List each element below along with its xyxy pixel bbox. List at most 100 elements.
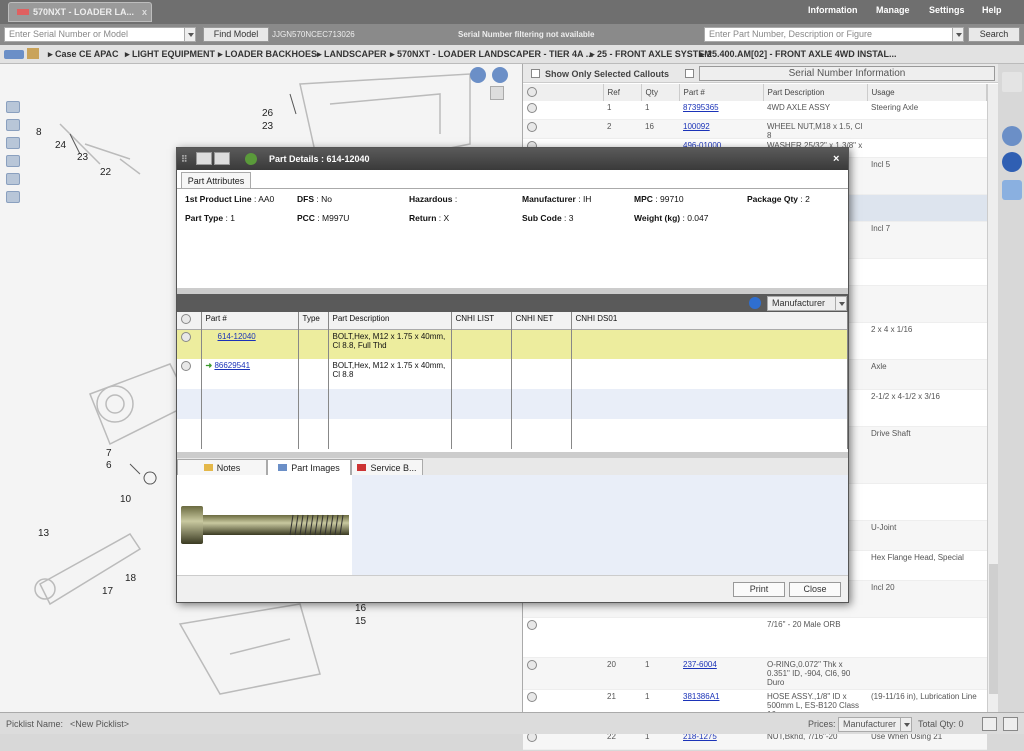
note-icon[interactable] — [1002, 72, 1022, 92]
zoom-out-icon[interactable] — [6, 119, 20, 131]
col-cnhi-list[interactable]: CNHI LIST — [451, 312, 512, 329]
callout-label[interactable]: 18 — [125, 573, 136, 584]
chevron-down-icon[interactable] — [952, 28, 963, 41]
part-number-link[interactable]: 86629541 — [214, 361, 250, 370]
breadcrumb-item[interactable]: ▸ LANDSCAPER — [317, 45, 387, 63]
table-row[interactable]: ➜ 86629541 BOLT,Hex, M12 x 1.75 x 40mm, … — [177, 359, 848, 389]
tab-notes[interactable]: Notes — [177, 459, 267, 476]
callout-label[interactable]: 13 — [38, 528, 49, 539]
previous-figure-icon[interactable] — [470, 67, 486, 83]
window-icon[interactable] — [982, 717, 997, 731]
info-icon[interactable] — [1002, 152, 1022, 172]
expand-all-icon[interactable] — [527, 86, 537, 97]
expand-icon[interactable] — [527, 692, 537, 702]
table-row[interactable]: 20 1 237-6004 O-RING,0.072" Thk x 0.351" ID… — [523, 658, 987, 690]
part-search-input[interactable]: Enter Part Number, Description or Figure — [704, 27, 964, 42]
expand-icon[interactable] — [181, 314, 191, 324]
show-selected-checkbox[interactable] — [531, 69, 540, 78]
home-icon[interactable] — [27, 48, 39, 59]
table-row[interactable]: 1 1 87395365 4WD AXLE ASSY Steering Axle — [523, 101, 987, 120]
expand-icon[interactable] — [181, 361, 191, 371]
tab-close-icon[interactable]: x — [142, 3, 147, 21]
callout-label[interactable]: 23 — [77, 152, 88, 163]
callout-label[interactable]: 10 — [120, 494, 131, 505]
chevron-down-icon[interactable] — [900, 718, 911, 731]
col-qty[interactable]: Qty — [641, 84, 680, 101]
zoom-in-icon[interactable] — [6, 101, 20, 113]
expand-icon[interactable] — [527, 122, 537, 132]
print-icon[interactable] — [6, 173, 20, 185]
tab-service-bulletins[interactable]: Service B... — [351, 459, 423, 476]
next-part-icon[interactable] — [214, 152, 230, 165]
figure-option-icon[interactable] — [490, 86, 504, 100]
close-button[interactable]: Close — [789, 582, 841, 597]
col-desc[interactable]: Part Description — [763, 84, 868, 101]
breadcrumb-item[interactable]: ▸ LIGHT EQUIPMENT — [125, 45, 215, 63]
row-part-cell[interactable]: 614-12040 — [201, 329, 299, 359]
col-cnhi-ds01[interactable]: CNHI DS01 — [571, 312, 848, 329]
email-icon[interactable] — [6, 191, 20, 203]
next-figure-icon[interactable] — [492, 67, 508, 83]
expand-icon[interactable] — [527, 103, 537, 113]
previous-part-icon[interactable] — [196, 152, 212, 165]
serial-info-button[interactable]: Serial Number Information — [699, 66, 995, 81]
row-select[interactable] — [523, 101, 603, 119]
dialog-title-bar[interactable]: ⠿ Part Details : 614-12040 × — [177, 148, 848, 170]
row-expand[interactable] — [177, 329, 202, 359]
col-expand[interactable] — [177, 312, 202, 329]
row-part-cell[interactable]: ➜ 86629541 — [201, 359, 299, 389]
copy-icon[interactable] — [1003, 717, 1018, 731]
tab-part-attributes[interactable]: Part Attributes — [181, 172, 251, 189]
prices-select[interactable]: Manufacturer — [838, 717, 912, 732]
menu-manage[interactable]: Manage — [876, 5, 910, 15]
row-part-number[interactable]: 237-6004 — [679, 658, 763, 689]
breadcrumb-item[interactable]: ▸ 25.400.AM[02] - FRONT AXLE 4WD INSTAL.… — [700, 45, 897, 63]
callout-label[interactable]: 23 — [262, 121, 273, 132]
expand-icon[interactable] — [527, 660, 537, 670]
col-ref[interactable]: Ref — [603, 84, 642, 101]
callout-label[interactable]: 7 — [106, 448, 112, 459]
col-part-number[interactable]: Part # — [201, 312, 299, 329]
menu-settings[interactable]: Settings — [929, 5, 965, 15]
select-all-checkbox[interactable] — [685, 69, 694, 78]
scroll-thumb[interactable] — [989, 564, 998, 694]
col-part[interactable]: Part # — [679, 84, 764, 101]
row-expand[interactable] — [177, 359, 202, 389]
price-type-select[interactable]: Manufacturer — [767, 296, 847, 311]
menu-information[interactable]: Information — [808, 5, 858, 15]
row-select[interactable] — [523, 618, 603, 657]
fit-icon[interactable] — [6, 137, 20, 149]
callout-label[interactable]: 8 — [36, 127, 42, 138]
callout-label[interactable]: 17 — [102, 586, 113, 597]
col-usage[interactable]: Usage — [867, 84, 987, 101]
callout-label[interactable]: 24 — [55, 140, 66, 151]
breadcrumb-item[interactable]: ▸ LOADER BACKHOES — [218, 45, 317, 63]
drag-handle-icon[interactable]: ⠿ — [181, 148, 188, 170]
menu-help[interactable]: Help — [982, 5, 1002, 15]
expand-icon[interactable] — [527, 620, 537, 630]
search-button[interactable]: Search — [968, 27, 1020, 42]
chevron-down-icon[interactable] — [184, 28, 195, 41]
print-button[interactable]: Print — [733, 582, 785, 597]
part-image[interactable] — [177, 475, 352, 575]
callout-label[interactable]: 6 — [106, 460, 112, 471]
breadcrumb-item[interactable]: ▸ Case CE APAC — [48, 45, 119, 63]
col-select[interactable] — [523, 84, 604, 101]
callout-label[interactable]: 15 — [355, 616, 366, 627]
breadcrumb-item[interactable]: ▸ 570NXT - LOADER LANDSCAPER - TIER 4A .… — [390, 45, 593, 63]
row-part-number[interactable]: 100092 — [679, 120, 763, 138]
picklist-name[interactable]: <New Picklist> — [70, 719, 129, 729]
row-part-number[interactable] — [679, 618, 763, 657]
callout-label[interactable]: 16 — [355, 603, 366, 614]
help-icon[interactable] — [1002, 126, 1022, 146]
back-forward-icon[interactable] — [4, 50, 24, 59]
close-icon[interactable]: × — [833, 148, 839, 170]
callout-label[interactable]: 22 — [100, 167, 111, 178]
table-row[interactable]: 7/16" - 20 Male ORB — [523, 618, 987, 658]
find-model-button[interactable]: Find Model — [203, 27, 269, 42]
chat-icon[interactable] — [1002, 180, 1022, 200]
serial-model-input[interactable]: Enter Serial Number or Model — [4, 27, 196, 42]
col-type[interactable]: Type — [298, 312, 329, 329]
expand-icon[interactable] — [181, 331, 191, 342]
col-description[interactable]: Part Description — [328, 312, 452, 329]
